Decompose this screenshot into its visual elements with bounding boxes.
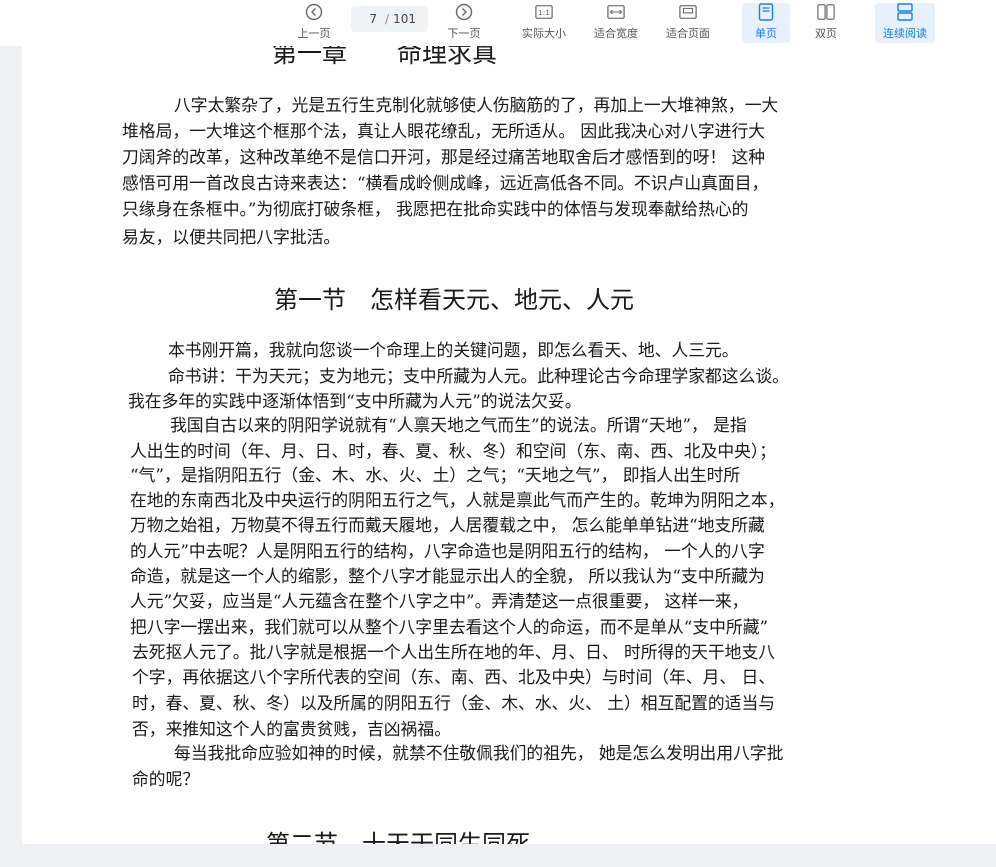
- paragraph-line: 把八字一摆出来，我们就可以从整个八字里去看这个人的命运，而不是单从“支中所藏”: [130, 617, 769, 637]
- paragraph-line: 命的呢？: [132, 769, 200, 789]
- next-page-label: 下一页: [447, 27, 481, 40]
- fit-page-button[interactable]: 适合页面: [660, 3, 716, 43]
- fit-page-label: 适合页面: [666, 27, 710, 40]
- paragraph-line: 堆格局，一大堆这个框那个法，真让人眼花缭乱，无所适从。 因此我决心对八字进行大: [122, 121, 766, 141]
- continuous-reading-button[interactable]: 连续阅读: [875, 3, 935, 43]
- double-page-button[interactable]: 双页: [804, 3, 848, 43]
- paragraph-line: 在地的东南西北及中央运行的阴阳五行之气，人就是禀此气而产生的。乾坤为阴阳之本，: [130, 490, 785, 510]
- fit-width-button[interactable]: 适合宽度: [588, 3, 644, 43]
- paragraph-line: 每当我批命应验如神的时候，就禁不住敬佩我们的祖先， 她是怎么发明出用八字批: [174, 743, 784, 763]
- page-number-indicator[interactable]: 7 / 101: [351, 6, 428, 32]
- document-viewport[interactable]: 第一章 命理求真 八字太繁杂了，光是五行生克制化就够使人伤脑筋的了，再加上一大堆…: [0, 46, 996, 844]
- total-pages: 101: [393, 12, 416, 26]
- actual-size-icon: 1:1: [535, 3, 553, 21]
- chapter-heading: 第一章 命理求真: [272, 46, 498, 68]
- paragraph-line: 我在多年的实践中逐渐体悟到“支中所藏为人元”的说法欠妥。: [128, 391, 582, 411]
- paragraph-line: 刀阔斧的改革，这种改革绝不是信口开河，那是经过痛苦地取舍后才感悟到的呀！ 这种: [122, 147, 766, 167]
- single-page-label: 单页: [755, 27, 777, 40]
- paragraph-line: 人元”欠妥，应当是“人元蕴含在整个八字之中”。弄清楚这一点很重要， 这样一来，: [130, 591, 749, 611]
- paragraph-line: 命书讲：干为天元；支为地元；支中所藏为人元。此种理论古今命理学家都这么谈。: [168, 366, 789, 386]
- prev-page-button[interactable]: 上一页: [292, 3, 336, 43]
- fit-width-label: 适合宽度: [594, 27, 638, 40]
- fit-page-icon: [679, 3, 697, 21]
- actual-size-button[interactable]: 1:1 实际大小: [516, 3, 572, 43]
- paragraph-line: 本书刚开篇，我就向您谈一个命理上的关键问题，即怎么看天、地、人三元。: [168, 340, 739, 360]
- paragraph-line: 否，来推知这个人的富贵贫贱，吉凶祸福。: [132, 719, 451, 739]
- paragraph-line: 易友，以便共同把八字批活。: [122, 227, 341, 247]
- paragraph-line: 的人元”中去呢？人是阴阳五行的结构，八字命造也是阴阳五行的结构， 一个人的八字: [130, 541, 765, 561]
- document-page: 第一章 命理求真 八字太繁杂了，光是五行生克制化就够使人伤脑筋的了，再加上一大堆…: [22, 46, 996, 844]
- double-page-label: 双页: [815, 27, 837, 40]
- reader-toolbar: 上一页 7 / 101 下一页 1:1 实际大小 适合宽度 适合页面 单页 双页…: [0, 0, 996, 46]
- section-heading: 第二节 十天干同生同死: [266, 830, 530, 844]
- actual-size-icon-text: 1:1: [538, 8, 550, 17]
- fit-width-icon: [607, 3, 625, 21]
- bottom-status-bar: [0, 844, 996, 867]
- paragraph-line: “气”，是指阴阳五行（金、木、水、火、土）之气；“天地之气”， 即指人出生时所: [130, 465, 741, 485]
- double-page-icon: [817, 3, 835, 21]
- section-heading: 第一节 怎样看天元、地元、人元: [274, 286, 634, 314]
- next-page-button[interactable]: 下一页: [442, 3, 486, 43]
- single-page-button[interactable]: 单页: [742, 3, 790, 43]
- chevron-left-circle-icon: [305, 3, 323, 21]
- paragraph-line: 去死抠人元了。批八字就是根据一个人出生所在地的年、月、日、 时所得的天干地支八: [132, 642, 776, 662]
- paragraph-line: 我国自古以来的阴阳学说就有“人禀天地之气而生”的说法。所谓“天地”， 是指: [170, 415, 747, 435]
- paragraph-line: 人出生的时间（年、月、日、时，春、夏、秋、冬）和空间（东、南、西、北及中央）；: [130, 441, 777, 461]
- paragraph-line: 个字，再依据这八个字所代表的空间（东、南、西、北及中央）与时间（年、月、 日、: [132, 667, 776, 687]
- chevron-right-circle-icon: [455, 3, 473, 21]
- paragraph-line: 八字太繁杂了，光是五行生克制化就够使人伤脑筋的了，再加上一大堆神煞，一大: [174, 95, 779, 115]
- paragraph-line: 命造，就是这一个人的缩影，整个八字才能显示出人的全貌， 所以我认为“支中所藏为: [130, 566, 765, 586]
- continuous-reading-icon: [896, 3, 914, 21]
- continuous-reading-label: 连续阅读: [883, 27, 927, 40]
- paragraph-line: 感悟可用一首改良古诗来表达：“横看成岭侧成峰，远近高低各不同。不识卢山真面目，: [122, 173, 769, 193]
- current-page-input[interactable]: 7: [363, 12, 377, 26]
- single-page-icon: [757, 3, 775, 21]
- page-separator: /: [385, 12, 390, 26]
- actual-size-label: 实际大小: [522, 27, 566, 40]
- paragraph-line: 万物之始祖，万物莫不得五行而戴天履地，人居覆载之中， 怎么能单单钻进“地支所藏: [130, 515, 765, 535]
- paragraph-line: 时，春、夏、秋、冬）以及所属的阴阳五行（金、木、水、火、 土）相互配置的适当与: [132, 693, 776, 713]
- prev-page-label: 上一页: [297, 27, 331, 40]
- paragraph-line: 只缘身在条框中。”为彻底打破条框， 我愿把在批命实践中的体悟与发现奉献给热心的: [122, 199, 749, 219]
